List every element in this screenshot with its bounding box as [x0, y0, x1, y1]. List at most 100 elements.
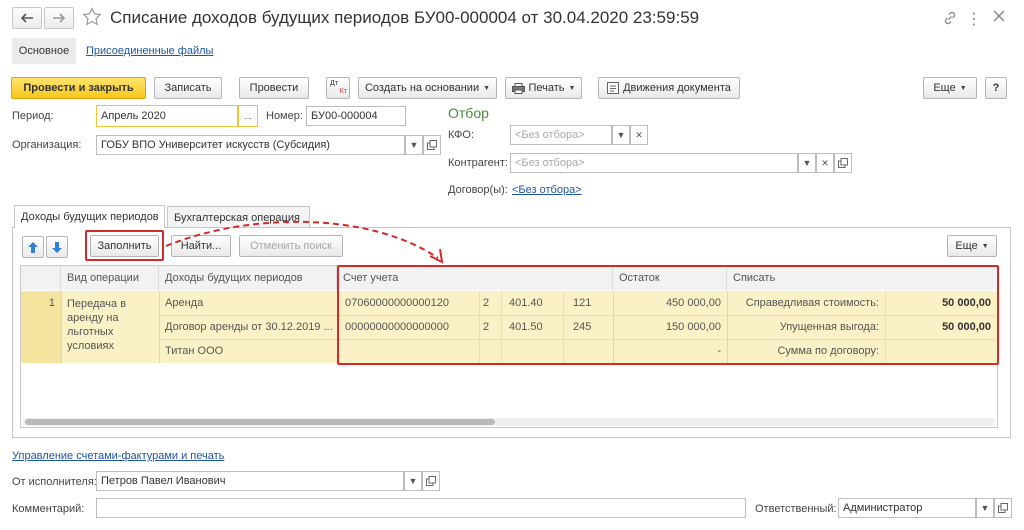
section-attached-files[interactable]: Присоединенные файлы [86, 45, 213, 57]
column-header-number [21, 266, 61, 290]
move-up-button[interactable] [22, 236, 44, 258]
kfo-clear-button[interactable]: ✕ [630, 125, 648, 145]
window-title: Списание доходов будущих периодов БУ00-0… [110, 8, 700, 27]
executor-dropdown-button[interactable]: ▼ [404, 471, 422, 491]
ledger-icon [607, 82, 620, 94]
income-type-cell: Аренда [165, 297, 204, 309]
open-form-icon [427, 140, 437, 150]
clear-icon: ✕ [635, 129, 643, 140]
clear-icon: ✕ [821, 157, 829, 168]
annotation-arrow [165, 220, 444, 264]
period-field[interactable]: Апрель 2020 [96, 105, 238, 127]
contract-cell: Договор аренды от 30.12.2019 ... [165, 321, 333, 333]
kt-label: Кт [339, 88, 347, 95]
column-header-op-type[interactable]: Вид операции [61, 266, 159, 290]
arrow-up-icon [28, 241, 38, 253]
number-field[interactable]: БУ00-000004 [306, 106, 406, 126]
kfo-label: КФО: [448, 129, 475, 141]
post-and-close-button[interactable]: Провести и закрыть [11, 77, 146, 99]
executor-open-button[interactable] [422, 471, 440, 491]
chevron-down-icon: ▼ [483, 84, 491, 92]
save-button[interactable]: Записать [154, 77, 222, 99]
op-type-line: льготных [67, 326, 114, 338]
chevron-down-icon: ▼ [981, 242, 989, 250]
arrow-left-icon [20, 13, 33, 23]
forward-button[interactable] [44, 7, 74, 29]
contractor-clear-button[interactable]: ✕ [816, 153, 834, 173]
arrow-down-icon [52, 241, 62, 253]
contractor-open-button[interactable] [834, 153, 852, 173]
organization-label: Организация: [12, 139, 82, 151]
contractor-label: Контрагент: [448, 157, 508, 169]
kfo-field[interactable]: <Без отбора> [510, 125, 612, 145]
more-button[interactable]: Еще ▼ [923, 77, 977, 99]
print-button[interactable]: Печать ▼ [505, 77, 582, 99]
open-form-icon [998, 503, 1008, 513]
tab-income[interactable]: Доходы будущих периодов [14, 205, 165, 228]
move-down-button[interactable] [46, 236, 68, 258]
create-based-on-label: Создать на основании [364, 82, 480, 94]
period-label: Период: [12, 110, 54, 122]
chevron-down-icon: ▼ [408, 476, 418, 486]
columns-highlight [337, 265, 999, 365]
counterparty-cell: Титан ООО [165, 345, 224, 357]
printer-icon [511, 82, 525, 94]
kfo-dropdown-button[interactable]: ▼ [612, 125, 630, 145]
chevron-down-icon: ▼ [959, 84, 967, 92]
executor-field[interactable]: Петров Павел Иванович [96, 471, 404, 491]
fill-button[interactable]: Заполнить [90, 235, 159, 257]
more-dots-icon[interactable]: ⋮ [966, 9, 982, 29]
close-icon[interactable] [992, 9, 1006, 26]
invoices-print-link[interactable]: Управление счетами-фактурами и печать [12, 450, 224, 462]
open-form-icon [838, 158, 848, 168]
table-more-button[interactable]: Еще ▼ [947, 235, 997, 257]
help-button[interactable]: ? [985, 77, 1007, 99]
number-label: Номер: [266, 110, 303, 122]
dt-kt-button[interactable]: Дт Кт [326, 77, 350, 99]
favorite-star-icon[interactable] [82, 7, 102, 30]
print-label: Печать [528, 82, 565, 94]
column-header-income[interactable]: Доходы будущих периодов [159, 266, 337, 290]
open-form-icon [426, 476, 436, 486]
chevron-down-icon: ▼ [802, 158, 812, 168]
contract-label: Договор(ы): [448, 184, 508, 196]
organization-open-button[interactable] [423, 135, 441, 155]
document-movements-label: Движения документа [623, 82, 731, 94]
comment-field[interactable] [96, 498, 746, 518]
period-select-button[interactable]: ... [238, 105, 258, 127]
document-movements-button[interactable]: Движения документа [598, 77, 740, 99]
table-more-label: Еще [955, 240, 978, 252]
responsible-field[interactable]: Администратор [838, 498, 976, 518]
chevron-down-icon: ▼ [980, 503, 990, 513]
contract-filter-link[interactable]: <Без отбора> [512, 184, 582, 196]
link-icon[interactable] [942, 10, 958, 29]
filter-title: Отбор [448, 105, 489, 121]
scrollbar-thumb[interactable] [25, 419, 495, 425]
op-type-line: условиях [67, 340, 114, 352]
contractor-dropdown-button[interactable]: ▼ [798, 153, 816, 173]
post-button[interactable]: Провести [239, 77, 309, 99]
op-type-line: Передача в [67, 298, 127, 310]
organization-dropdown-button[interactable]: ▼ [405, 135, 423, 155]
op-type-line: аренду на [67, 312, 119, 324]
responsible-dropdown-button[interactable]: ▼ [976, 498, 994, 518]
chevron-down-icon: ▼ [568, 84, 576, 92]
organization-field[interactable]: ГОБУ ВПО Университет искусств (Субсидия) [96, 135, 405, 155]
row-number: 1 [48, 297, 55, 309]
arrow-right-icon [53, 13, 66, 23]
responsible-open-button[interactable] [994, 498, 1012, 518]
dt-label: Дт [330, 80, 338, 87]
create-based-on-button[interactable]: Создать на основании ▼ [358, 77, 497, 99]
comment-label: Комментарий: [12, 503, 85, 515]
contractor-field[interactable]: <Без отбора> [510, 153, 798, 173]
back-button[interactable] [12, 7, 42, 29]
op-type-cell: Передача в аренду на льготных условиях [67, 297, 126, 353]
more-label: Еще [933, 82, 956, 94]
chevron-down-icon: ▼ [616, 130, 626, 140]
section-main-label: Основное [18, 45, 70, 57]
section-main[interactable]: Основное [12, 38, 76, 64]
chevron-down-icon: ▼ [409, 140, 419, 150]
executor-label: От исполнителя: [12, 476, 97, 488]
responsible-label: Ответственный: [755, 503, 837, 515]
horizontal-scrollbar[interactable] [23, 418, 995, 426]
